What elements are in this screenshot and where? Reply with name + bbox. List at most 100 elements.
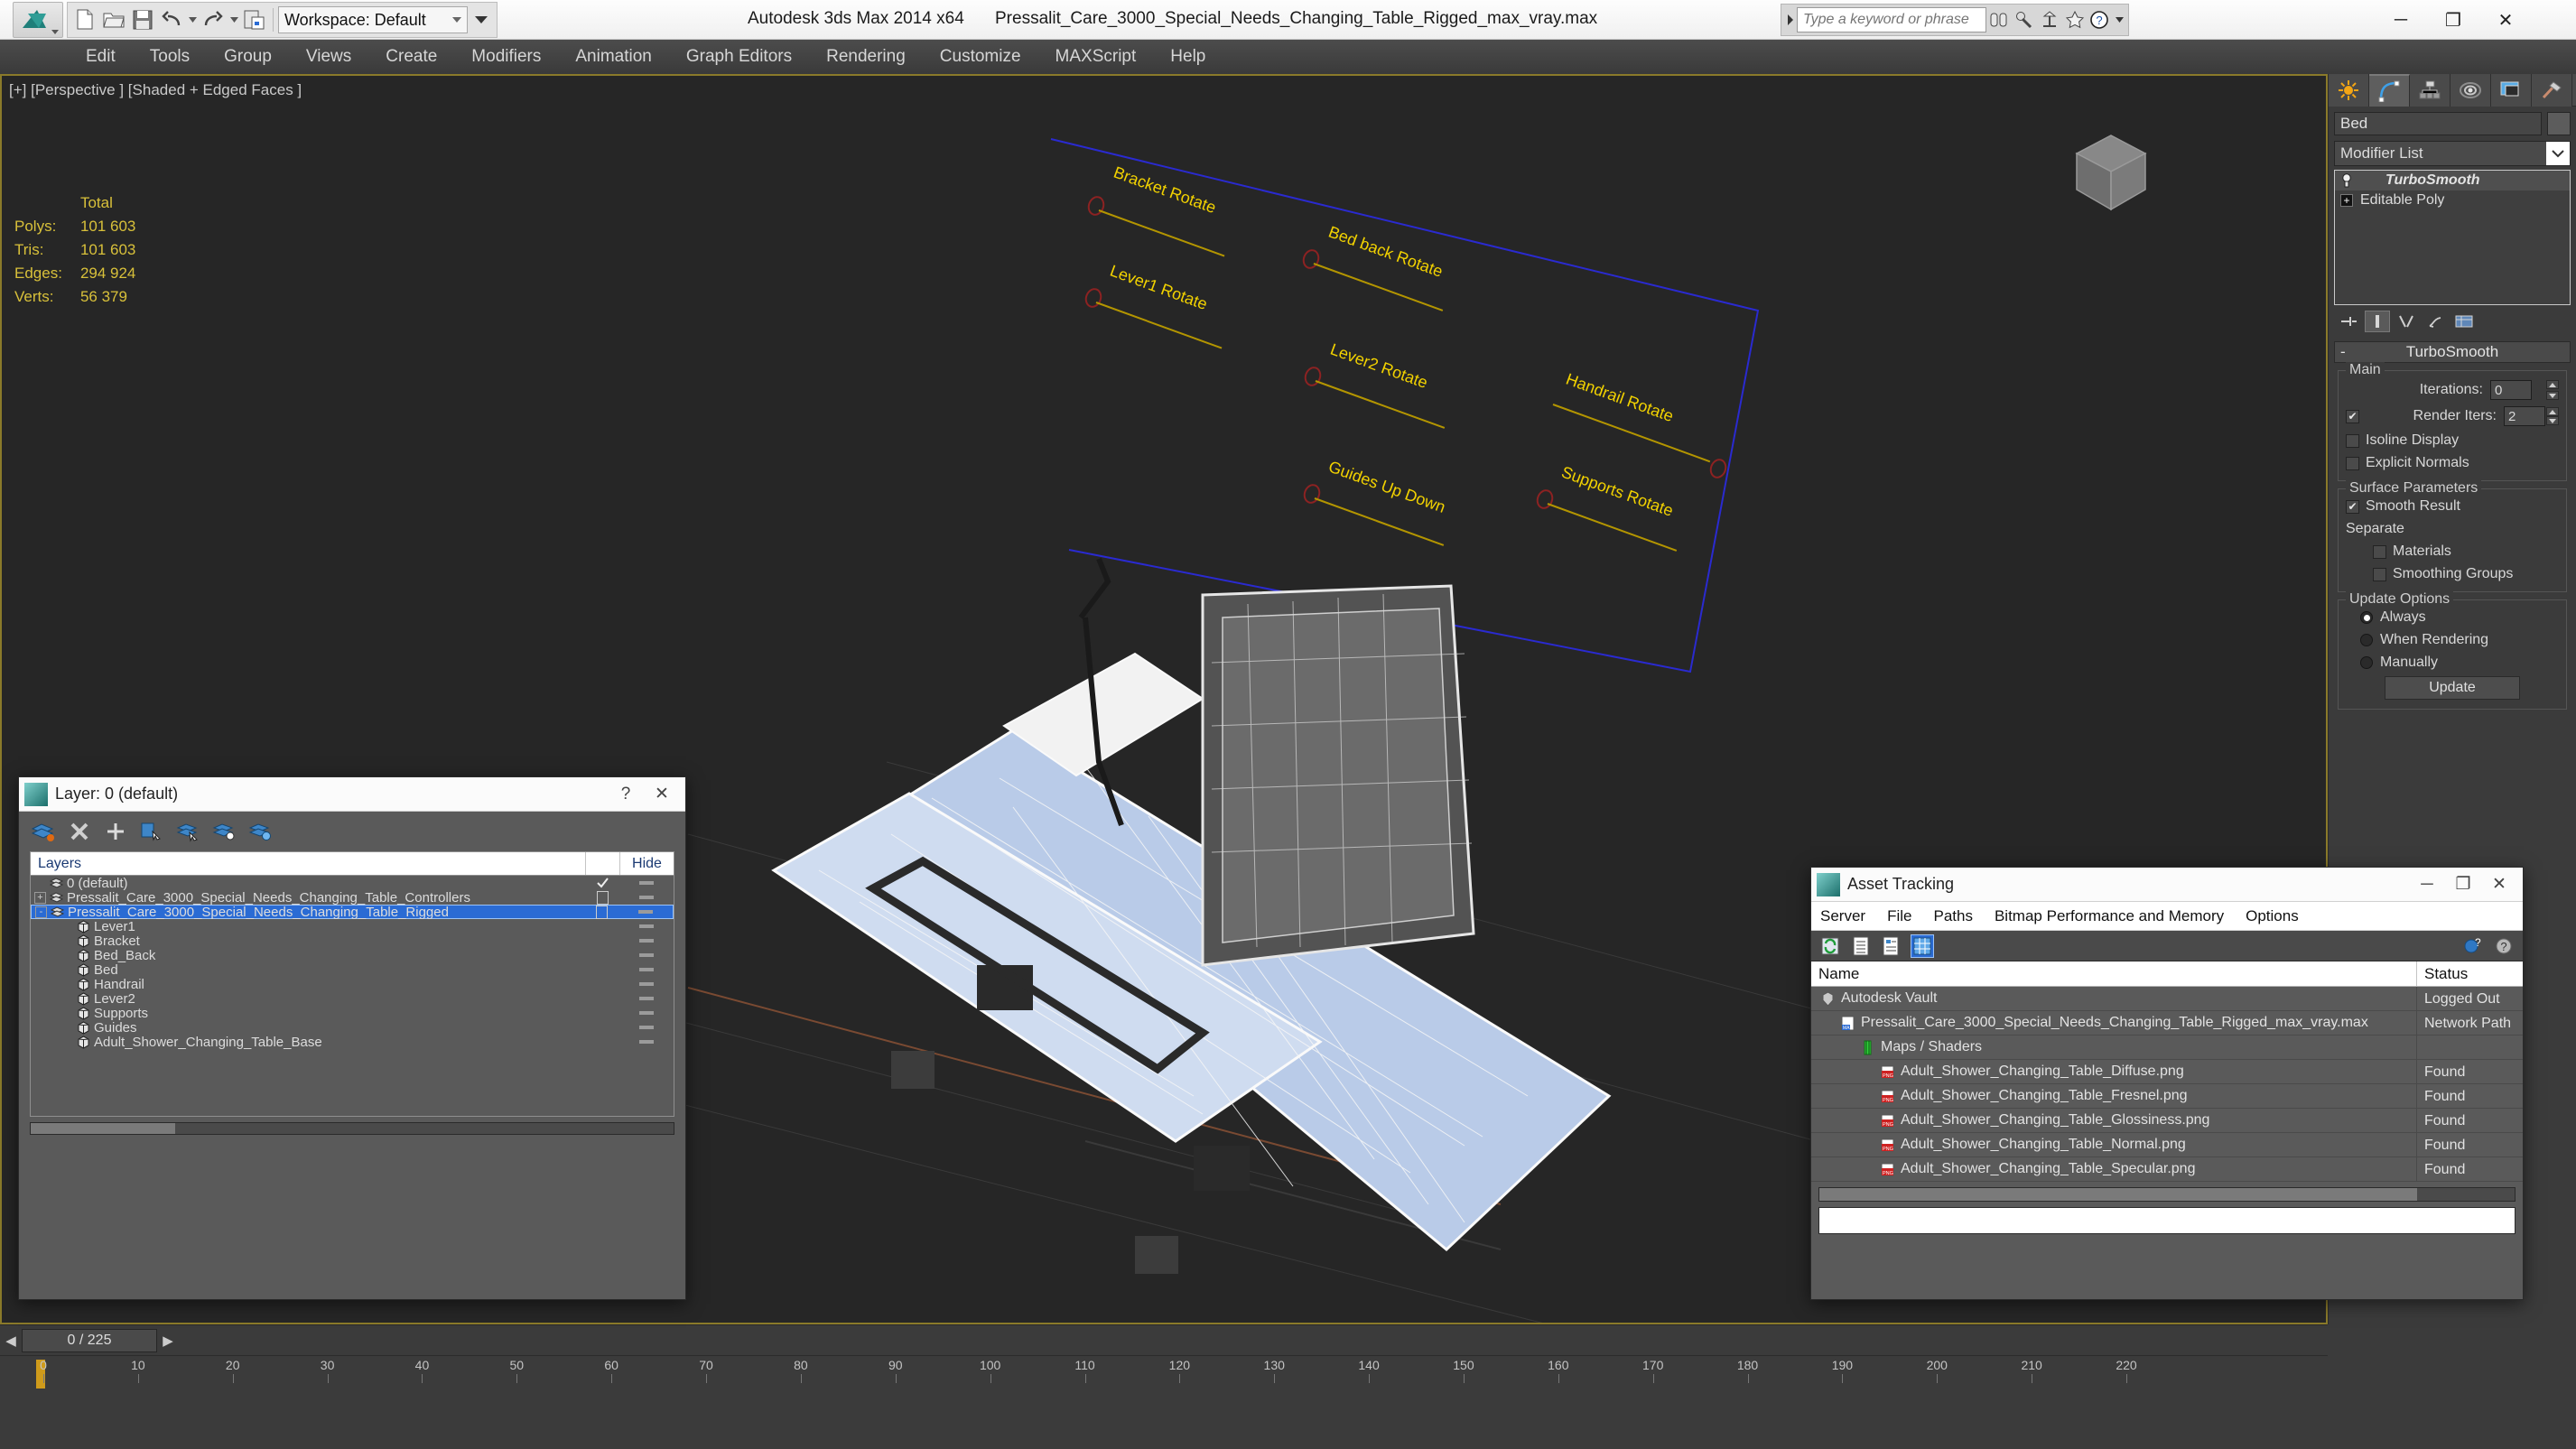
- radio-when-rendering[interactable]: When Rendering: [2346, 632, 2559, 648]
- subscription-center-icon[interactable]: [2012, 6, 2037, 33]
- favorites-icon[interactable]: [2062, 6, 2088, 33]
- at-menu-options[interactable]: Options: [2246, 907, 2299, 925]
- view-cube[interactable]: [2068, 130, 2154, 217]
- new-file-icon[interactable]: [71, 5, 98, 35]
- layer-row[interactable]: Lever1: [31, 919, 674, 934]
- make-unique-icon[interactable]: [2394, 311, 2419, 332]
- menu-item-graph-editors[interactable]: Graph Editors: [669, 40, 809, 74]
- asset-horizontal-scrollbar[interactable]: [1818, 1187, 2516, 1202]
- dependency-view-icon[interactable]: [1880, 934, 1903, 958]
- render-iters-value[interactable]: 2: [2504, 406, 2545, 426]
- layer-row-hide-cell[interactable]: [619, 997, 674, 1000]
- communication-center-icon[interactable]: [2037, 6, 2062, 33]
- maximize-button[interactable]: ❐: [2427, 4, 2479, 36]
- radio-icon[interactable]: [2360, 611, 2373, 624]
- render-iters-spinner[interactable]: 2: [2504, 406, 2559, 426]
- radio-icon[interactable]: [2360, 656, 2373, 669]
- layer-row[interactable]: Bracket: [31, 933, 674, 949]
- menu-item-tools[interactable]: Tools: [133, 40, 207, 74]
- scrollbar-thumb[interactable]: [1819, 1188, 2418, 1201]
- layer-row[interactable]: 0 (default): [31, 876, 674, 891]
- layer-list[interactable]: 0 (default) + Pressalit_Care_3000_Special_…: [30, 875, 674, 1117]
- layer-row[interactable]: + Pressalit_Care_3000_Special_Needs_Chang…: [31, 890, 674, 906]
- menu-item-views[interactable]: Views: [289, 40, 368, 74]
- spinner-arrows[interactable]: [2533, 380, 2545, 400]
- undo-dropdown-icon[interactable]: [187, 5, 198, 35]
- help-icon[interactable]: ?: [2088, 6, 2113, 33]
- layer-row[interactable]: Handrail: [31, 977, 674, 992]
- hide-checkbox[interactable]: [596, 890, 609, 905]
- pin-stack-icon[interactable]: [2336, 311, 2361, 332]
- object-color-swatch[interactable]: [2547, 112, 2571, 135]
- menu-item-animation[interactable]: Animation: [558, 40, 669, 74]
- layer-row-hide-cell[interactable]: [619, 1026, 674, 1029]
- radio-icon[interactable]: [2360, 634, 2373, 646]
- explicit-normals-row[interactable]: Explicit Normals: [2346, 455, 2559, 471]
- delete-layer-icon[interactable]: [66, 819, 93, 844]
- menu-item-modifiers[interactable]: Modifiers: [454, 40, 558, 74]
- layer-row[interactable]: Adult_Shower_Changing_Table_Base: [31, 1035, 674, 1050]
- layer-row[interactable]: Supports: [31, 1006, 674, 1021]
- frame-ruler[interactable]: 0 10 20 30 40 50 60 70 80 90 100 110 120 130 140 150 160…: [0, 1356, 2328, 1392]
- expand-collapse-icon[interactable]: +: [34, 891, 46, 904]
- iterations-value[interactable]: 0: [2490, 380, 2532, 400]
- asset-row[interactable]: Autodesk Vault Logged Out: [1811, 986, 2523, 1011]
- layer-row-hide-cell[interactable]: [619, 896, 674, 899]
- layer-row-hide-cell[interactable]: [619, 924, 674, 928]
- redo-dropdown-icon[interactable]: [228, 5, 239, 35]
- configure-modifier-sets-icon[interactable]: [2451, 311, 2477, 332]
- isoline-display-row[interactable]: Isoline Display: [2346, 432, 2559, 449]
- scrollbar-thumb[interactable]: [31, 1123, 175, 1134]
- layer-row-hide-cell[interactable]: [619, 982, 674, 986]
- prev-frame-button[interactable]: ◀: [0, 1328, 22, 1353]
- at-menu-server[interactable]: Server: [1820, 907, 1865, 925]
- asset-path-field[interactable]: [1818, 1207, 2516, 1234]
- infocenter-expand-icon[interactable]: [1784, 14, 1797, 25]
- time-slider-handle[interactable]: 0 / 225: [22, 1328, 157, 1352]
- asset-row[interactable]: Maps / Shaders: [1811, 1035, 2523, 1060]
- layer-row-hide-cell[interactable]: [618, 910, 673, 914]
- project-folder-icon[interactable]: [241, 5, 268, 35]
- menu-item-maxscript[interactable]: MAXScript: [1038, 40, 1154, 74]
- set-current-layer-icon[interactable]: [210, 819, 237, 844]
- radio-always[interactable]: Always: [2346, 609, 2559, 626]
- tab-create[interactable]: [2329, 74, 2369, 107]
- layer-horizontal-scrollbar[interactable]: [30, 1122, 674, 1135]
- expand-icon[interactable]: +: [2340, 194, 2353, 207]
- grid-view-icon[interactable]: [1911, 933, 1934, 958]
- asset-tracking-dialog[interactable]: Asset Tracking ─ ❐ ✕ Server File Paths B…: [1810, 867, 2524, 1300]
- asset-tracking-minimize-button[interactable]: ─: [2409, 870, 2445, 899]
- asset-row[interactable]: PNG Adult_Shower_Changing_Table_Normal.pn…: [1811, 1132, 2523, 1157]
- asset-tracking-grid[interactable]: Name Status Autodesk Vault Logged Out MAX P…: [1811, 961, 2523, 1182]
- asset-tracking-maximize-button[interactable]: ❐: [2445, 870, 2481, 899]
- layer-row-current-cell[interactable]: [584, 905, 618, 919]
- object-name-field[interactable]: Bed: [2334, 112, 2542, 135]
- help-dropdown-icon[interactable]: [2113, 6, 2125, 33]
- select-objects-icon[interactable]: [138, 819, 165, 844]
- layer-dialog[interactable]: Layer: 0 (default) ? ✕ Layers Hide 0 (de…: [18, 776, 686, 1300]
- iterations-spinner[interactable]: 0: [2490, 380, 2559, 400]
- create-new-layer-icon[interactable]: [30, 819, 57, 844]
- save-icon[interactable]: [129, 5, 156, 35]
- menu-item-create[interactable]: Create: [368, 40, 454, 74]
- spinner-down-icon[interactable]: [2546, 416, 2559, 425]
- asset-row[interactable]: MAX Pressalit_Care_3000_Special_Needs_Cha…: [1811, 1010, 2523, 1036]
- layer-row-hide-cell[interactable]: [619, 968, 674, 971]
- smooth-result-checkbox[interactable]: [2346, 499, 2359, 514]
- at-menu-file[interactable]: File: [1887, 907, 1911, 925]
- workspace-more-button[interactable]: [470, 6, 493, 33]
- at-menu-paths[interactable]: Paths: [1933, 907, 1972, 925]
- render-iters-checkbox[interactable]: [2346, 409, 2359, 423]
- redo-icon[interactable]: [200, 5, 227, 35]
- app-menu-button[interactable]: [13, 2, 63, 38]
- tab-modify[interactable]: [2369, 74, 2410, 107]
- menu-item-customize[interactable]: Customize: [923, 40, 1038, 74]
- undo-icon[interactable]: [158, 5, 185, 35]
- chevron-down-icon[interactable]: [2546, 142, 2570, 165]
- asset-row[interactable]: PNG Adult_Shower_Changing_Table_Glossines…: [1811, 1108, 2523, 1133]
- menu-item-rendering[interactable]: Rendering: [809, 40, 923, 74]
- help-icon[interactable]: ?: [2492, 934, 2516, 958]
- asset-tracking-close-button[interactable]: ✕: [2481, 870, 2517, 899]
- materials-checkbox[interactable]: [2373, 544, 2386, 559]
- next-frame-button[interactable]: ▶: [157, 1328, 179, 1353]
